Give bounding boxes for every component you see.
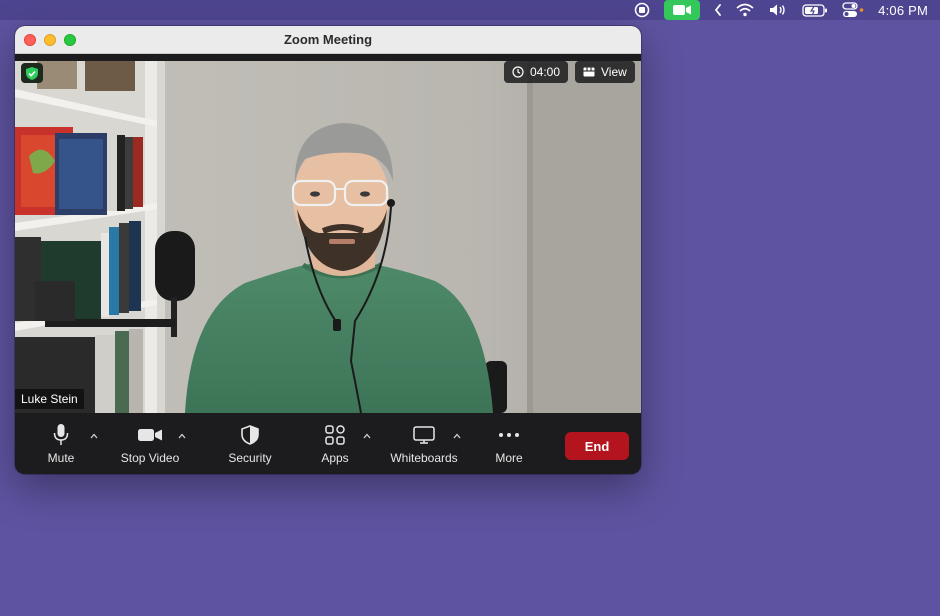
stop-video-button[interactable]: Stop Video — [117, 413, 183, 474]
encryption-shield-icon[interactable] — [21, 63, 43, 83]
apps-icon — [325, 422, 345, 448]
chevron-left-icon[interactable] — [714, 0, 722, 20]
more-label: More — [495, 451, 523, 465]
mute-label: Mute — [47, 451, 75, 465]
maximize-window-button[interactable] — [64, 34, 76, 46]
video-top-strip — [15, 54, 641, 61]
whiteboards-label: Whiteboards — [390, 451, 458, 465]
record-stop-icon[interactable] — [634, 0, 650, 20]
clock[interactable]: 4:06 PM — [878, 0, 928, 20]
view-label: View — [601, 65, 627, 79]
camera-icon[interactable] — [664, 0, 701, 20]
grid-view-icon — [583, 67, 595, 77]
zoom-window: Zoom Meeting 04:00 View Luke Stein Mute … — [15, 26, 641, 474]
wifi-icon[interactable] — [736, 0, 754, 20]
mute-button[interactable]: Mute — [45, 413, 77, 474]
microphone-icon — [53, 422, 69, 448]
battery-icon[interactable] — [802, 0, 828, 20]
more-dots-icon — [498, 422, 520, 448]
menu-bar: 4:06 PM — [0, 0, 940, 20]
security-shield-icon — [241, 422, 259, 448]
participant-video[interactable]: 04:00 View Luke Stein — [15, 61, 641, 413]
apps-options-chevron-icon[interactable] — [362, 431, 372, 441]
apps-button[interactable]: Apps — [317, 413, 353, 474]
stop-video-label: Stop Video — [120, 451, 180, 465]
more-button[interactable]: More — [490, 413, 528, 474]
close-window-button[interactable] — [24, 34, 36, 46]
whiteboards-button[interactable]: Whiteboards — [386, 413, 462, 474]
security-label: Security — [228, 451, 272, 465]
window-title: Zoom Meeting — [283, 32, 373, 47]
timer-text: 04:00 — [530, 65, 561, 79]
control-center-icon[interactable] — [842, 0, 864, 20]
video-camera-icon — [137, 422, 163, 448]
title-bar[interactable]: Zoom Meeting — [15, 26, 641, 54]
view-button[interactable]: View — [575, 61, 635, 83]
video-options-chevron-icon[interactable] — [177, 431, 187, 441]
minimize-window-button[interactable] — [44, 34, 56, 46]
window-controls — [24, 34, 76, 46]
video-frame-image — [15, 61, 641, 413]
security-button[interactable]: Security — [224, 413, 276, 474]
volume-icon[interactable] — [768, 0, 788, 20]
participant-name: Luke Stein — [15, 389, 84, 409]
meeting-timer[interactable]: 04:00 — [504, 61, 569, 83]
end-meeting-button[interactable]: End — [565, 432, 629, 460]
apps-label: Apps — [321, 451, 349, 465]
clock-icon — [512, 66, 524, 78]
mute-options-chevron-icon[interactable] — [89, 431, 99, 441]
whiteboards-options-chevron-icon[interactable] — [452, 431, 462, 441]
meeting-toolbar: Mute Stop Video Security Apps Whiteboard… — [15, 413, 641, 474]
whiteboard-icon — [413, 422, 435, 448]
